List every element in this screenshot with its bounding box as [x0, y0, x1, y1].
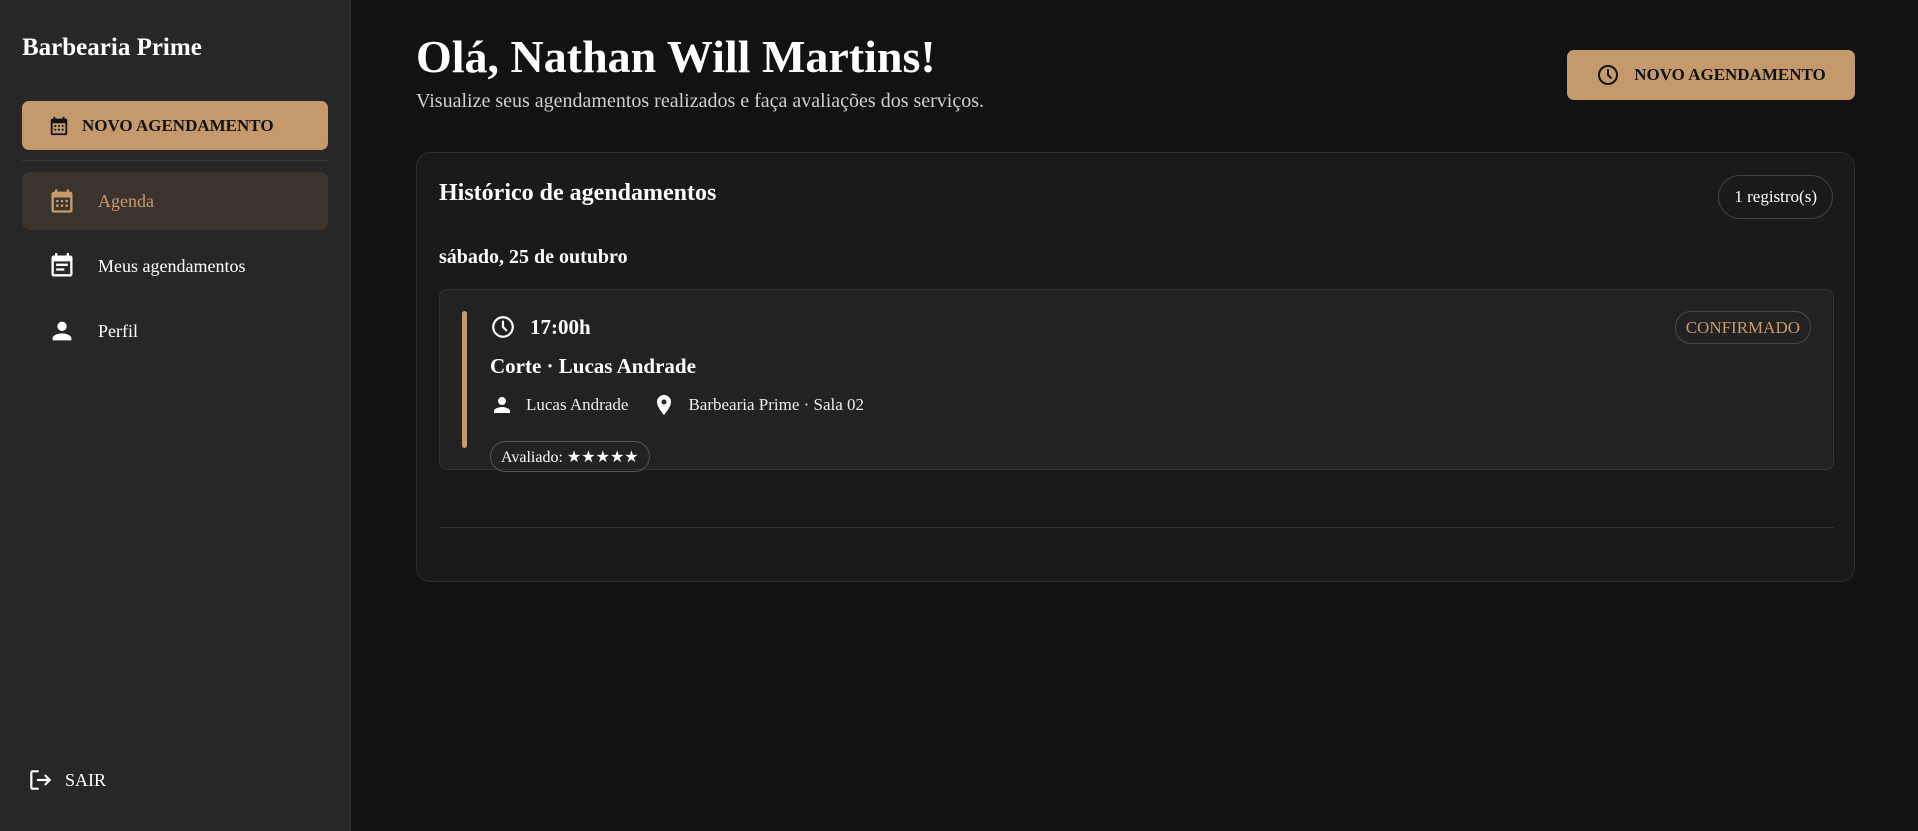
person-icon — [52, 321, 72, 341]
logout-button[interactable]: SAIR — [27, 767, 106, 793]
logout-label: SAIR — [65, 769, 107, 790]
clock-icon — [1598, 65, 1619, 85]
appointment-accent-bar — [462, 311, 467, 448]
appointment-time-label: 17:00h — [530, 314, 591, 339]
sidebar-divider — [22, 160, 328, 161]
location-pin-icon — [657, 395, 672, 415]
calendar-icon — [50, 116, 68, 135]
barber-name: Lucas Andrade — [526, 395, 629, 414]
history-title: Histórico de agendamentos — [439, 180, 717, 206]
sidebar-item-meus-agendamentos[interactable]: Meus agendamentos — [22, 237, 328, 295]
appointment-time: 17:00h — [490, 314, 591, 340]
sidebar: Barbearia Prime NOVO AGENDAMENTO Agenda … — [0, 0, 351, 831]
appointment-service: Corte · Lucas Andrade — [490, 354, 696, 378]
status-badge: CONFIRMADO — [1674, 311, 1811, 344]
page-title: Olá, Nathan Will Martins! — [416, 31, 936, 82]
sidebar-item-perfil[interactable]: Perfil — [22, 302, 328, 360]
calendar-icon — [51, 189, 73, 213]
appointment-card[interactable]: 17:00h CONFIRMADO Corte · Lucas Andrade … — [439, 289, 1834, 472]
person-icon — [494, 397, 510, 413]
sidebar-new-booking-button[interactable]: NOVO AGENDAMENTO — [22, 101, 328, 150]
sidebar-new-booking-label: NOVO AGENDAMENTO — [82, 115, 274, 135]
sidebar-item-label: Meus agendamentos — [98, 255, 246, 276]
clock-icon — [492, 316, 514, 338]
page-subtitle: Visualize seus agendamentos realizados e… — [416, 90, 985, 112]
date-group-heading: sábado, 25 de outubro — [439, 246, 628, 268]
brand-name: Barbearia Prime — [22, 34, 202, 61]
event-note-icon — [51, 253, 73, 277]
sidebar-item-agenda[interactable]: Agenda — [22, 172, 328, 230]
group-divider — [439, 527, 1834, 528]
appointment-location: Barbearia Prime · Sala 02 — [652, 393, 864, 417]
sidebar-item-label: Perfil — [98, 320, 138, 341]
sidebar-item-label: Agenda — [98, 190, 154, 211]
logout-icon — [30, 770, 51, 790]
record-count-badge: 1 registro(s) — [1718, 175, 1833, 219]
history-card: Histórico de agendamentos 1 registro(s) … — [416, 152, 1855, 582]
new-booking-button[interactable]: NOVO AGENDAMENTO — [1567, 50, 1855, 100]
rating-badge: Avaliado: ★★★★★ — [490, 441, 650, 472]
location-name: Barbearia Prime · Sala 02 — [688, 395, 865, 414]
appointment-barber: Lucas Andrade — [490, 393, 628, 417]
new-booking-label: NOVO AGENDAMENTO — [1634, 65, 1826, 84]
appointment-meta: Lucas Andrade Barbearia Prime · Sala 02 — [490, 393, 888, 417]
